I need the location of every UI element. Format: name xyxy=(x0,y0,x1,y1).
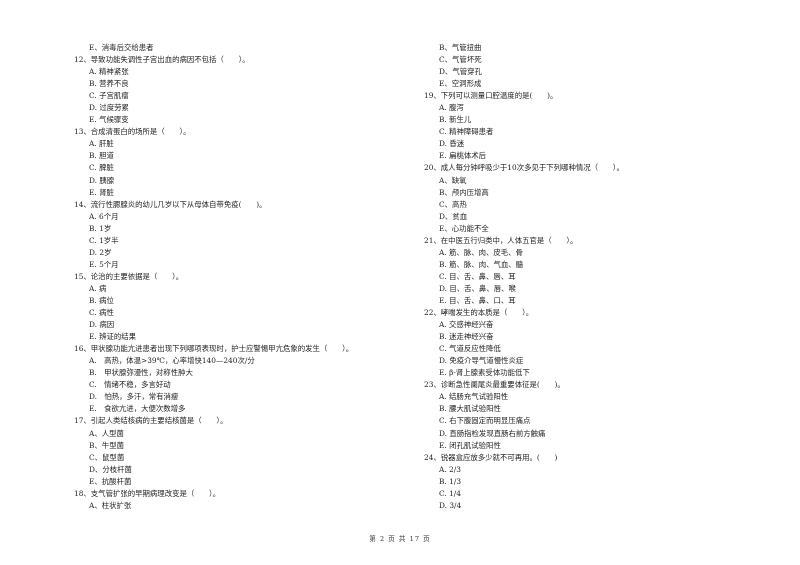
answer-option: D. 怕热，多汗，常有消瘦 xyxy=(89,392,179,402)
answer-option: A. 精神紧张 xyxy=(89,67,129,77)
left-column: E、消毒后交给患者 12、导致功能失调性子宫出血的病因不包括（ ）。 A. 精神紧张… xyxy=(74,42,414,512)
answer-option: E. β-肾上腺素受体功能低下 xyxy=(439,368,530,378)
answer-option: B. 新生儿 xyxy=(439,115,472,125)
answer-option: B. 腰大肌试验阳性 xyxy=(439,404,501,414)
question-stem: 15、论治的主要依据是（ ）。 xyxy=(74,271,184,281)
question-stem: 19、下列可以测量口腔温度的是( )。 xyxy=(424,91,558,101)
answer-option: B. 甲状腺弥漫性，对称性肿大 xyxy=(89,368,193,378)
question-stem: 18、支气管扩张的早期病理改变是（ ）。 xyxy=(74,488,221,498)
answer-option: C. 子宫肌瘤 xyxy=(89,91,129,101)
answer-option: E. 辨证的结果 xyxy=(89,332,137,342)
answer-option: A. 6个月 xyxy=(89,211,119,221)
answer-option: A、人型菌 xyxy=(89,428,124,438)
answer-option: B、颅内压增高 xyxy=(439,187,489,197)
answer-option: D. 2岁 xyxy=(89,247,112,257)
answer-option: D. 过度劳累 xyxy=(89,103,129,113)
answer-option: A. 肝脏 xyxy=(89,139,114,149)
question-stem: 17、引起人类结核病的主要结核菌是（ ）。 xyxy=(74,416,228,426)
answer-option: A. 高热，体温>39℃，心率增快140—240次/分 xyxy=(89,356,255,366)
answer-option: E、心功能不全 xyxy=(439,223,489,233)
answer-option: E. 闭孔肌试验阳性 xyxy=(439,440,501,450)
question-stem: 21、在中医五行归类中，人体五官是（ ）。 xyxy=(424,235,578,245)
answer-option: E. 食欲亢进，大便次数增多 xyxy=(89,404,186,414)
answer-option: D、气管穿孔 xyxy=(439,67,482,77)
question-stem: 16、甲状腺功能亢进患者出现下列哪项表现时，护士应警惕甲亢危象的发生（ ）。 xyxy=(74,344,354,354)
answer-option: A. 筋、脉、肉、皮毛、骨 xyxy=(439,247,523,257)
answer-option: E. 5个月 xyxy=(89,259,119,269)
answer-option: E、空洞形成 xyxy=(439,79,482,89)
question-stem: 13、合成清蛋白的场所是（ ）。 xyxy=(74,127,191,137)
question-stem: 23、诊断急性阑尾炎最重要体征是( )。 xyxy=(424,380,565,390)
answer-option: B、牛型菌 xyxy=(89,440,124,450)
answer-option: C. 1/4 xyxy=(439,488,461,498)
answer-option: B. 筋、脉、肉、气血、髓 xyxy=(439,259,524,269)
answer-option: E. 肾脏 xyxy=(89,187,114,197)
answer-option: D. 免疫介导气道慢性炎症 xyxy=(439,356,524,366)
answer-option: A. 交感神经兴奋 xyxy=(439,320,494,330)
answer-option: B. 胆道 xyxy=(89,151,114,161)
answer-option: C. 1岁半 xyxy=(89,235,119,245)
answer-option: C. 精神障碍患者 xyxy=(439,127,494,137)
answer-option: B. 1/3 xyxy=(439,476,462,486)
answer-option: D. 病因 xyxy=(89,320,115,330)
question-stem: 14、流行性腮腺炎的幼儿几岁以下从母体自带免疫( )。 xyxy=(74,199,267,209)
answer-option: B. 营养不良 xyxy=(89,79,129,89)
answer-option: C、鼠型菌 xyxy=(89,452,125,462)
answer-option: E、抗酸杆菌 xyxy=(89,476,132,486)
answer-option: E. 扁桃体术后 xyxy=(439,151,487,161)
answer-option: D. 3/4 xyxy=(439,500,462,510)
answer-option: B. 迷走神经兴奋 xyxy=(439,332,494,342)
question-stem: 20、成人每分钟呼吸少于10次多见于下列哪种情况（ ）。 xyxy=(424,163,624,173)
answer-option: D. 昏迷 xyxy=(439,139,465,149)
answer-option: D. 直肠指检发现直肠右前方触痛 xyxy=(439,428,546,438)
answer-option: B. 1岁 xyxy=(89,223,112,233)
answer-option: A. 病 xyxy=(89,283,107,293)
answer-option: C、高热 xyxy=(439,199,467,209)
answer-option: A、缺氧 xyxy=(439,175,467,185)
answer-option: B、气管扭曲 xyxy=(439,43,482,52)
answer-option: D. 目、舌、鼻、唇、喉 xyxy=(439,283,516,293)
answer-option: E、消毒后交给患者 xyxy=(89,43,154,52)
answer-option: B. 病位 xyxy=(89,295,114,305)
answer-option: C. 目、舌、鼻、唇、耳 xyxy=(439,271,516,281)
question-stem: 24、锐器盒应放多少就不可再用。( ) xyxy=(424,452,558,462)
question-stem: 12、导致功能失调性子宫出血的病因不包括（ ）。 xyxy=(74,55,250,65)
question-stem: 22、哮喘发生的本质是（ ）。 xyxy=(424,308,534,318)
answer-option: E. 目、舌、鼻、口、耳 xyxy=(439,295,516,305)
answer-option: C、气管坏死 xyxy=(439,55,482,65)
answer-option: C. 气道反应性降低 xyxy=(439,344,501,354)
answer-option: A. 腹泻 xyxy=(439,103,464,113)
answer-option: E. 气候骤变 xyxy=(89,115,129,125)
answer-option: D、分枝杆菌 xyxy=(89,464,132,474)
answer-option: C. 情绪不稳，多言好动 xyxy=(89,380,171,390)
right-column: B、气管扭曲 C、气管坏死 D、气管穿孔 E、空洞形成 19、下列可以测量口腔温度的是(… xyxy=(424,42,764,512)
answer-option: A. 2/3 xyxy=(439,464,461,474)
answer-option: C. 病性 xyxy=(89,308,114,318)
answer-option: D. 胰腺 xyxy=(89,175,115,185)
answer-option: C. 脾脏 xyxy=(89,163,114,173)
page-number: 第 2 页 共 17 页 xyxy=(369,535,431,543)
answer-option: D、贫血 xyxy=(439,211,468,221)
answer-option: A、柱状扩张 xyxy=(89,500,132,510)
answer-option: A. 结肠充气试验阳性 xyxy=(439,392,509,402)
answer-option: C. 右下腹固定而明显压痛点 xyxy=(439,416,531,426)
